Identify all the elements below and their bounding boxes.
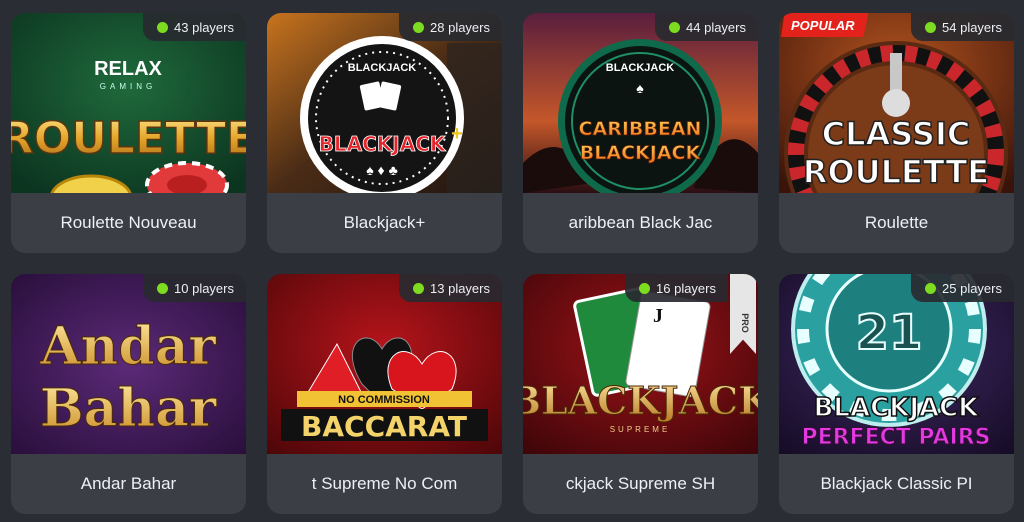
players-badge: 54 players [911,13,1014,41]
game-title[interactable]: Blackjack Classic PI [779,454,1014,514]
game-title[interactable]: Roulette [779,193,1014,253]
card-jack-icon: J [653,305,663,327]
art-title: BLACKJACK [523,378,758,423]
game-title[interactable]: ckjack Supreme SH [523,454,758,514]
game-card-classic-roulette[interactable]: CLASSIC ROULETTE POPULAR 54 players Roul… [779,13,1014,253]
game-card-blackjack-classic-perfect-pairs[interactable]: 21 BLACKJACK PERFECT PAIRS 25 players Bl… [779,274,1014,514]
online-dot-icon [413,282,425,294]
game-title[interactable]: Roulette Nouveau [11,193,246,253]
game-grid: RELAX GAMING ROULETTE 43 players Roulett… [11,13,1014,514]
players-count: 10 players [174,280,234,296]
players-badge: 44 players [655,13,758,41]
art-title: BLACKJACK [319,132,447,156]
online-dot-icon [669,21,681,33]
spade-icon: ♠ [636,80,644,96]
art-subtitle: Bahar [40,378,217,439]
art-title: BACCARAT [301,410,467,443]
art-subtitle: SUPREME [610,425,671,434]
players-count: 13 players [430,280,490,296]
art-title: CLASSIC [822,115,971,153]
pro-label: PRO [739,313,750,333]
plus-icon: + [451,123,463,145]
players-badge: 28 players [399,13,502,41]
game-card-andar-bahar[interactable]: Andar Bahar 10 players Andar Bahar [11,274,246,514]
provider-sub: GAMING [100,82,156,91]
players-badge: 16 players [625,274,728,302]
players-count: 28 players [430,19,490,35]
game-title[interactable]: Andar Bahar [11,454,246,514]
online-dot-icon [925,282,937,294]
art-badge: BLACKJACK [348,62,417,74]
players-count: 25 players [942,280,1002,296]
players-count: 43 players [174,19,234,35]
players-badge: 25 players [911,274,1014,302]
art-badge: BLACKJACK [606,62,675,74]
popular-badge: POPULAR [781,13,869,37]
players-badge: 43 players [143,13,246,41]
online-dot-icon [925,21,937,33]
art-subtitle: BLACKJACK [580,142,702,164]
art-title: Andar [39,316,216,377]
card-suits-icon: ♠ ♦ ♣ [366,162,398,178]
provider-logo: RELAX [94,58,162,80]
game-title[interactable]: Blackjack+ [267,193,502,253]
art-title: ROULETTE [11,113,246,164]
game-card-roulette-nouveau[interactable]: RELAX GAMING ROULETTE 43 players Roulett… [11,13,246,253]
players-count: 54 players [942,19,1002,35]
art-subtitle: PERFECT PAIRS [801,425,990,450]
online-dot-icon [639,282,651,294]
online-dot-icon [157,282,169,294]
art-title: CARIBBEAN [579,118,702,140]
art-subtitle: ROULETTE [803,153,989,191]
game-card-blackjack-plus[interactable]: BLACKJACK BLACKJACK + ♠ ♦ ♣ 28 players B… [267,13,502,253]
art-subtitle: NO COMMISSION [338,394,430,406]
online-dot-icon [157,21,169,33]
game-card-caribbean-blackjack[interactable]: BLACKJACK ♠ CARIBBEAN BLACKJACK 44 playe… [523,13,758,253]
players-badge: 10 players [143,274,246,302]
art-title: BLACKJACK [814,393,980,423]
players-badge: 13 players [399,274,502,302]
online-dot-icon [413,21,425,33]
game-title[interactable]: aribbean Black Jac [523,193,758,253]
game-title[interactable]: t Supreme No Com [267,454,502,514]
players-count: 16 players [656,280,716,296]
players-count: 44 players [686,19,746,35]
game-card-baccarat-supreme[interactable]: NO COMMISSION BACCARAT 13 players t Supr… [267,274,502,514]
art-badge: 21 [856,305,923,361]
game-card-blackjack-supreme[interactable]: J BLACKJACK SUPREME PRO 16 players ckjac… [523,274,758,514]
